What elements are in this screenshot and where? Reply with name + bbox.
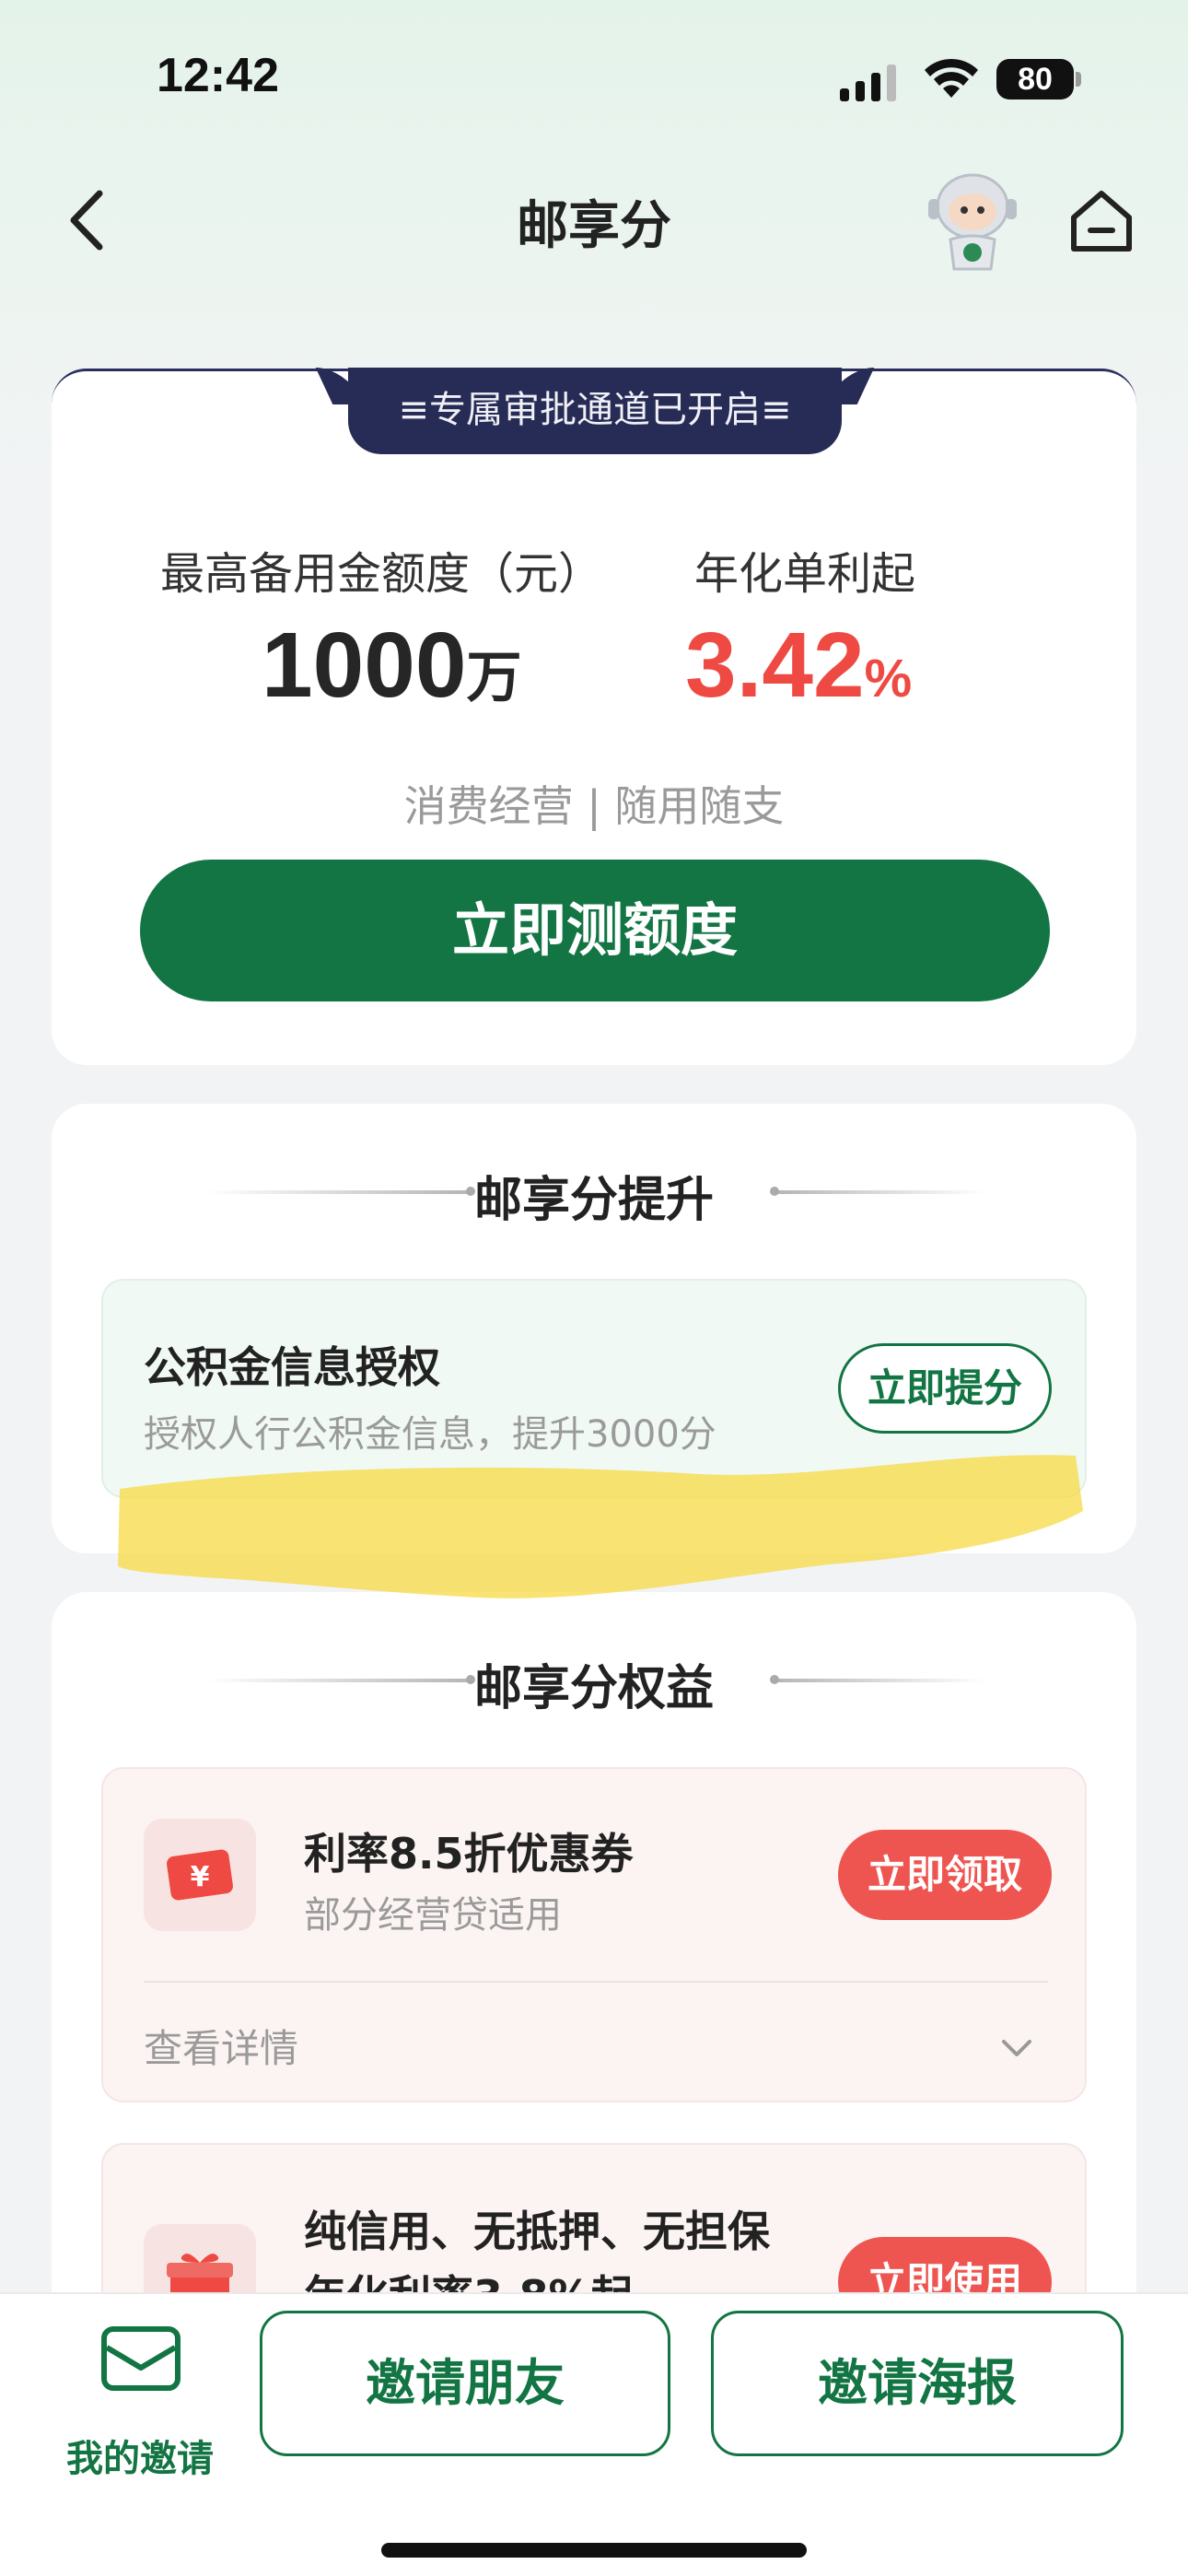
envelope-icon	[101, 2326, 181, 2391]
score-boost-card: 邮享分提升 公积金信息授权 授权人行公积金信息，提升3000分 立即提分	[52, 1104, 1136, 1553]
limit-label: 最高备用金额度（元）	[160, 548, 603, 600]
benefit-title: 纯信用、无抵押、无担保	[304, 2207, 770, 2256]
status-time: 12:42	[157, 49, 279, 102]
wifi-icon	[925, 58, 978, 98]
badge-text: 专属审批通道已开启	[429, 389, 761, 431]
status-bar: 12:42 80	[0, 0, 1188, 157]
rate-value-group: 3.42%	[685, 613, 912, 719]
boost-score-button[interactable]: 立即提分	[838, 1343, 1052, 1434]
invite-poster-button[interactable]: 邀请海报	[711, 2311, 1124, 2456]
title-deco-right	[770, 1675, 985, 1684]
view-details-link[interactable]: 查看详情	[144, 2018, 298, 2074]
my-invites-label: 我的邀请	[66, 2438, 214, 2480]
title-deco-right	[770, 1187, 985, 1196]
battery-level: 80	[996, 59, 1074, 100]
home-button[interactable]	[1065, 184, 1138, 258]
badge-deco-left: ≡	[398, 389, 429, 431]
claim-button[interactable]: 立即领取	[838, 1830, 1052, 1920]
invite-friends-button[interactable]: 邀请朋友	[260, 2311, 670, 2456]
svg-text:¥: ¥	[191, 1861, 210, 1893]
home-icon	[1071, 191, 1132, 252]
nav-bar: 邮享分	[0, 166, 1188, 276]
rate-unit: %	[864, 649, 913, 708]
battery-tip	[1076, 72, 1081, 87]
home-indicator	[381, 2543, 807, 2558]
coupon-icon: ¥	[144, 1819, 256, 1931]
benefit-description: 部分经营贷适用	[304, 1894, 562, 1937]
limit-value-group: 1000万	[262, 613, 521, 719]
task-description: 授权人行公积金信息，提升3000分	[144, 1413, 716, 1456]
coupon-glyph: ¥	[167, 1849, 233, 1901]
limit-unit: 万	[466, 647, 522, 708]
limit-value: 1000	[262, 614, 467, 717]
credit-limit-card: ≡专属审批通道已开启≡ 最高备用金额度（元） 年化单利起 1000万 3.42%…	[52, 368, 1136, 1065]
badge-deco-right: ≡	[761, 389, 792, 431]
task-title: 公积金信息授权	[144, 1342, 440, 1392]
benefits-section-title: 邮享分权益	[473, 1661, 714, 1716]
cellular-signal-icon	[840, 64, 896, 101]
rate-label: 年化单利起	[694, 548, 916, 600]
fund-auth-task: 公积金信息授权 授权人行公积金信息，提升3000分 立即提分	[101, 1279, 1087, 1498]
battery-icon: 80	[996, 55, 1081, 103]
approval-channel-badge: ≡专属审批通道已开启≡	[348, 368, 842, 454]
boost-section-title: 邮享分提升	[473, 1173, 714, 1228]
chevron-down-icon[interactable]	[998, 2029, 1035, 2066]
hero-subtitle: 消费经营 | 随用随支	[403, 781, 785, 831]
robot-assistant-icon[interactable]	[917, 166, 1028, 276]
bottom-action-bar: 我的邀请 邀请朋友 邀请海报	[0, 2292, 1188, 2576]
benefit-title: 利率8.5折优惠券	[304, 1829, 634, 1879]
check-limit-button[interactable]: 立即测额度	[140, 860, 1050, 1001]
divider	[144, 1981, 1048, 1983]
my-invites-button[interactable]: 我的邀请	[48, 2313, 232, 2497]
rate-value: 3.42	[685, 614, 865, 717]
benefit-item: ¥ 利率8.5折优惠券 部分经营贷适用 立即领取 查看详情	[101, 1767, 1087, 2102]
